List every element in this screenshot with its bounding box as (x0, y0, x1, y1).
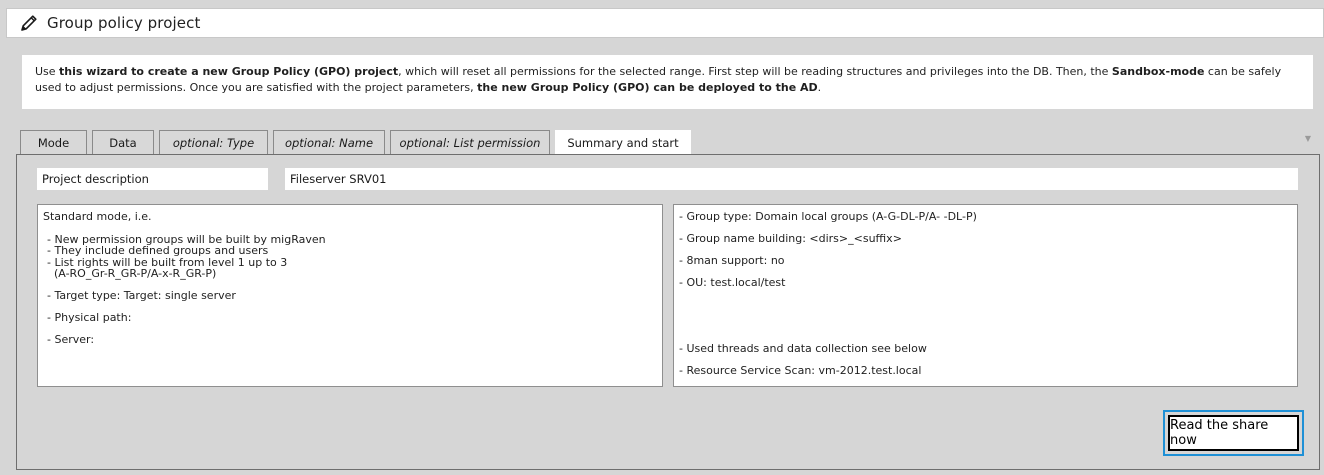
resource-scan-text: - Resource Service Scan: vm-2012.test.lo… (679, 363, 922, 377)
tab-summary-and-start[interactable]: Summary and start (555, 130, 691, 155)
mode-heading: Standard mode, i.e. (43, 210, 152, 223)
threads-text: - Used threads and data collection see b… (679, 341, 927, 355)
pencil-icon (19, 13, 39, 33)
project-description-label: Project description (37, 168, 268, 190)
window-title: Group policy project (47, 14, 201, 32)
tab-strip: Mode Data optional: Type optional: Name … (20, 130, 696, 155)
info-text-segment: the new Group Policy (GPO) can be deploy… (477, 80, 818, 94)
tab-data[interactable]: Data (92, 130, 154, 154)
list-item-continuation: (A-RO_Gr-R_GR-P/A-x-R_GR-P) (54, 267, 217, 280)
info-text-segment: . (817, 80, 822, 94)
list-item: - They include defined groups and users (47, 244, 269, 257)
read-share-focus-ring: Read the share now (1163, 410, 1304, 456)
tab-mode[interactable]: Mode (20, 130, 87, 154)
project-description-input[interactable]: Fileserver SRV01 (285, 168, 1298, 190)
group-name-text: - Group name building: <dirs>_<suffix> (679, 232, 902, 245)
summary-left-textbox[interactable]: Standard mode, i.e. - New permission gro… (37, 204, 663, 387)
info-text-segment: Sandbox-mode (1111, 65, 1205, 78)
8man-support-text: - 8man support: no (679, 254, 785, 267)
tab-optional-type[interactable]: optional: Type (159, 130, 268, 154)
tab-optional-name[interactable]: optional: Name (273, 130, 385, 154)
info-description: Use this wizard to create a new Group Po… (22, 55, 1313, 109)
read-share-button[interactable]: Read the share now (1168, 415, 1299, 451)
target-type-text: - Target type: Target: single server (47, 289, 236, 302)
info-text-segment: Use (35, 65, 60, 78)
info-text-segment: , which will reset all permissions for t… (398, 65, 1112, 78)
info-text-segment: this wizard to create a new Group Policy… (59, 65, 399, 78)
server-text: - Server: (47, 333, 95, 346)
collapse-arrow-icon[interactable]: ▼ (1305, 134, 1311, 143)
summary-right-textbox[interactable]: - Group type: Domain local groups (A-G-D… (673, 204, 1298, 387)
window-title-bar: Group policy project (6, 8, 1324, 38)
physical-path-text: - Physical path: (47, 311, 132, 324)
ou-text: - OU: test.local/test (679, 276, 786, 289)
group-type-text: - Group type: Domain local groups (A-G-D… (679, 210, 977, 223)
tab-optional-list-permission[interactable]: optional: List permission (390, 130, 550, 154)
